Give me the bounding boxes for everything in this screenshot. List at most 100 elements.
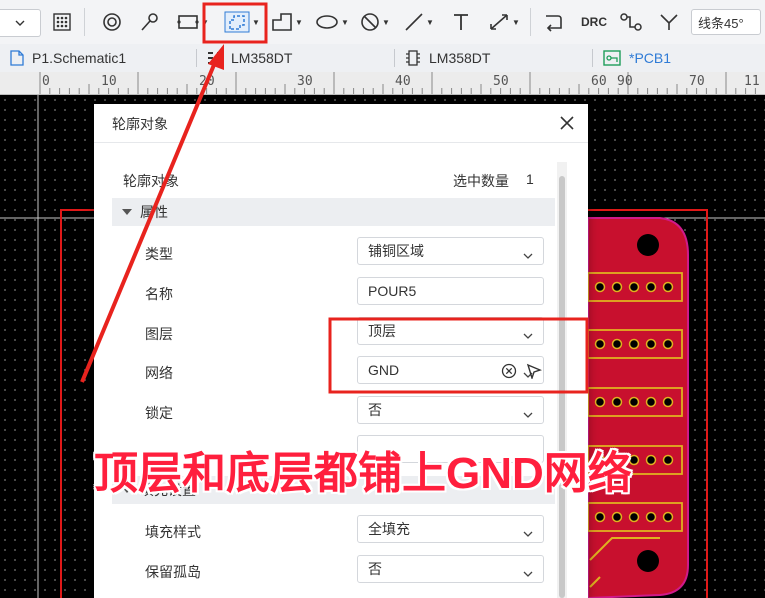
forbidden-region-tool[interactable]: ▼: [358, 8, 392, 36]
pick-net-button[interactable]: [526, 363, 542, 382]
scrollbar-thumb[interactable]: [559, 176, 565, 598]
return-arrow-icon: [543, 12, 563, 32]
line-tool[interactable]: ▼: [402, 8, 436, 36]
footprint-icon: [207, 50, 223, 66]
tab-label: LM358DT: [231, 50, 293, 66]
copper-pour-tool[interactable]: ▼: [218, 8, 266, 36]
route-track-icon: [620, 12, 642, 32]
differential-route-button[interactable]: [654, 8, 684, 36]
chevron-down-icon: [523, 524, 533, 540]
dimension-tool[interactable]: ▼: [486, 8, 522, 36]
close-button[interactable]: [558, 114, 576, 132]
schematic-file-icon: [10, 50, 24, 66]
ruler-label: 60: [591, 74, 607, 89]
net-value: GND: [368, 362, 400, 378]
properties-section-header[interactable]: 属性: [112, 198, 555, 226]
layer-label: 图层: [145, 326, 173, 342]
polygon-tool[interactable]: ▼: [270, 8, 304, 36]
chevron-down-icon: ▼: [341, 17, 349, 27]
tab-symbol-lm358dt[interactable]: LM358DT: [405, 44, 490, 72]
text-icon: [451, 12, 471, 32]
keep-islands-label: 保留孤岛: [145, 564, 201, 580]
name-value: POUR5: [368, 283, 417, 299]
pad-hole: [628, 338, 640, 350]
pad-hole: [662, 338, 674, 350]
chevron-down-icon: [15, 20, 25, 26]
document-tabs: P1.Schematic1 LM358DT LM358DT *PCB1: [0, 44, 765, 73]
type-select[interactable]: 铺铜区域: [357, 237, 544, 265]
toolbar-separator: [84, 8, 85, 36]
pad-hole: [611, 338, 623, 350]
via-icon: [139, 12, 161, 32]
tab-label: LM358DT: [429, 50, 491, 66]
route-track-button[interactable]: [616, 8, 646, 36]
tab-pcb1[interactable]: *PCB1: [603, 44, 671, 72]
tab-schematic[interactable]: P1.Schematic1: [10, 44, 126, 72]
pad-hole: [662, 396, 674, 408]
fill-style-select[interactable]: 全填充: [357, 515, 544, 543]
tab-label: P1.Schematic1: [32, 50, 127, 66]
name-input[interactable]: POUR5: [357, 277, 544, 305]
copper-pour-icon: [224, 11, 250, 33]
rectangle-dash-icon: [177, 13, 199, 31]
drc-button[interactable]: DRC: [578, 8, 610, 36]
net-select[interactable]: GND: [357, 356, 544, 384]
pad-button[interactable]: [100, 8, 124, 36]
pad-hole: [594, 338, 606, 350]
line-mode-select[interactable]: 线条45°: [691, 9, 761, 35]
grid-icon: [53, 13, 71, 31]
toolbar: ▼ ▼ ▼ ▼ ▼ ▼ ▼ DRC 线条45°: [0, 0, 765, 45]
pad-hole: [611, 281, 623, 293]
tab-separator: [196, 49, 197, 67]
type-label: 类型: [145, 246, 173, 262]
pad-hole: [662, 454, 674, 466]
selected-count-label: 选中数量: [453, 173, 509, 189]
pad-hole: [662, 511, 674, 523]
lock-label: 锁定: [145, 405, 173, 421]
no-entry-icon: [360, 12, 380, 32]
tab-label: *PCB1: [629, 50, 672, 66]
chevron-down-icon: [523, 405, 533, 421]
text-tool[interactable]: [448, 8, 474, 36]
chevron-down-icon: [523, 246, 533, 262]
net-label: 网络: [145, 365, 173, 381]
pad-hole: [594, 281, 606, 293]
cursor-arrow-icon: [526, 363, 542, 382]
tab-footprint-lm358dt[interactable]: LM358DT: [207, 44, 292, 72]
toolbar-dropdown[interactable]: [0, 9, 41, 37]
pad-hole: [611, 396, 623, 408]
object-type-label: 轮廓对象: [123, 173, 179, 189]
update-pcb-button[interactable]: [540, 8, 566, 36]
layer-value: 顶层: [368, 323, 396, 339]
section-title: 属性: [140, 204, 168, 220]
chevron-down-icon: ▼: [512, 17, 520, 27]
chevron-down-icon: [523, 326, 533, 342]
keep-islands-select[interactable]: 否: [357, 555, 544, 583]
ruler-label: 30: [297, 74, 313, 89]
line-icon: [404, 12, 424, 32]
clear-icon[interactable]: [501, 363, 517, 382]
chevron-down-icon: [523, 564, 533, 580]
rectangle-tool[interactable]: ▼: [176, 8, 210, 36]
pad-hole: [594, 396, 606, 408]
ellipse-tool[interactable]: ▼: [314, 8, 350, 36]
pad-hole: [645, 396, 657, 408]
chevron-down-icon: ▼: [252, 17, 260, 27]
pad-hole: [645, 281, 657, 293]
pad-hole: [645, 338, 657, 350]
keep-islands-value: 否: [368, 561, 382, 577]
pad-hole: [628, 396, 640, 408]
chevron-down-icon: ▼: [426, 17, 434, 27]
lock-select[interactable]: 否: [357, 396, 544, 424]
chevron-down-icon: ▼: [382, 17, 390, 27]
pad-hole: [645, 511, 657, 523]
chip-icon: [405, 50, 421, 66]
via-button[interactable]: [138, 8, 162, 36]
grid-button[interactable]: [50, 8, 74, 36]
ruler-label: 10: [101, 74, 117, 89]
caret-down-icon: [122, 209, 132, 215]
layer-select[interactable]: 顶层: [357, 317, 544, 345]
fork-route-icon: [658, 12, 680, 32]
name-label: 名称: [145, 286, 173, 302]
ruler-label: 70: [689, 74, 705, 89]
